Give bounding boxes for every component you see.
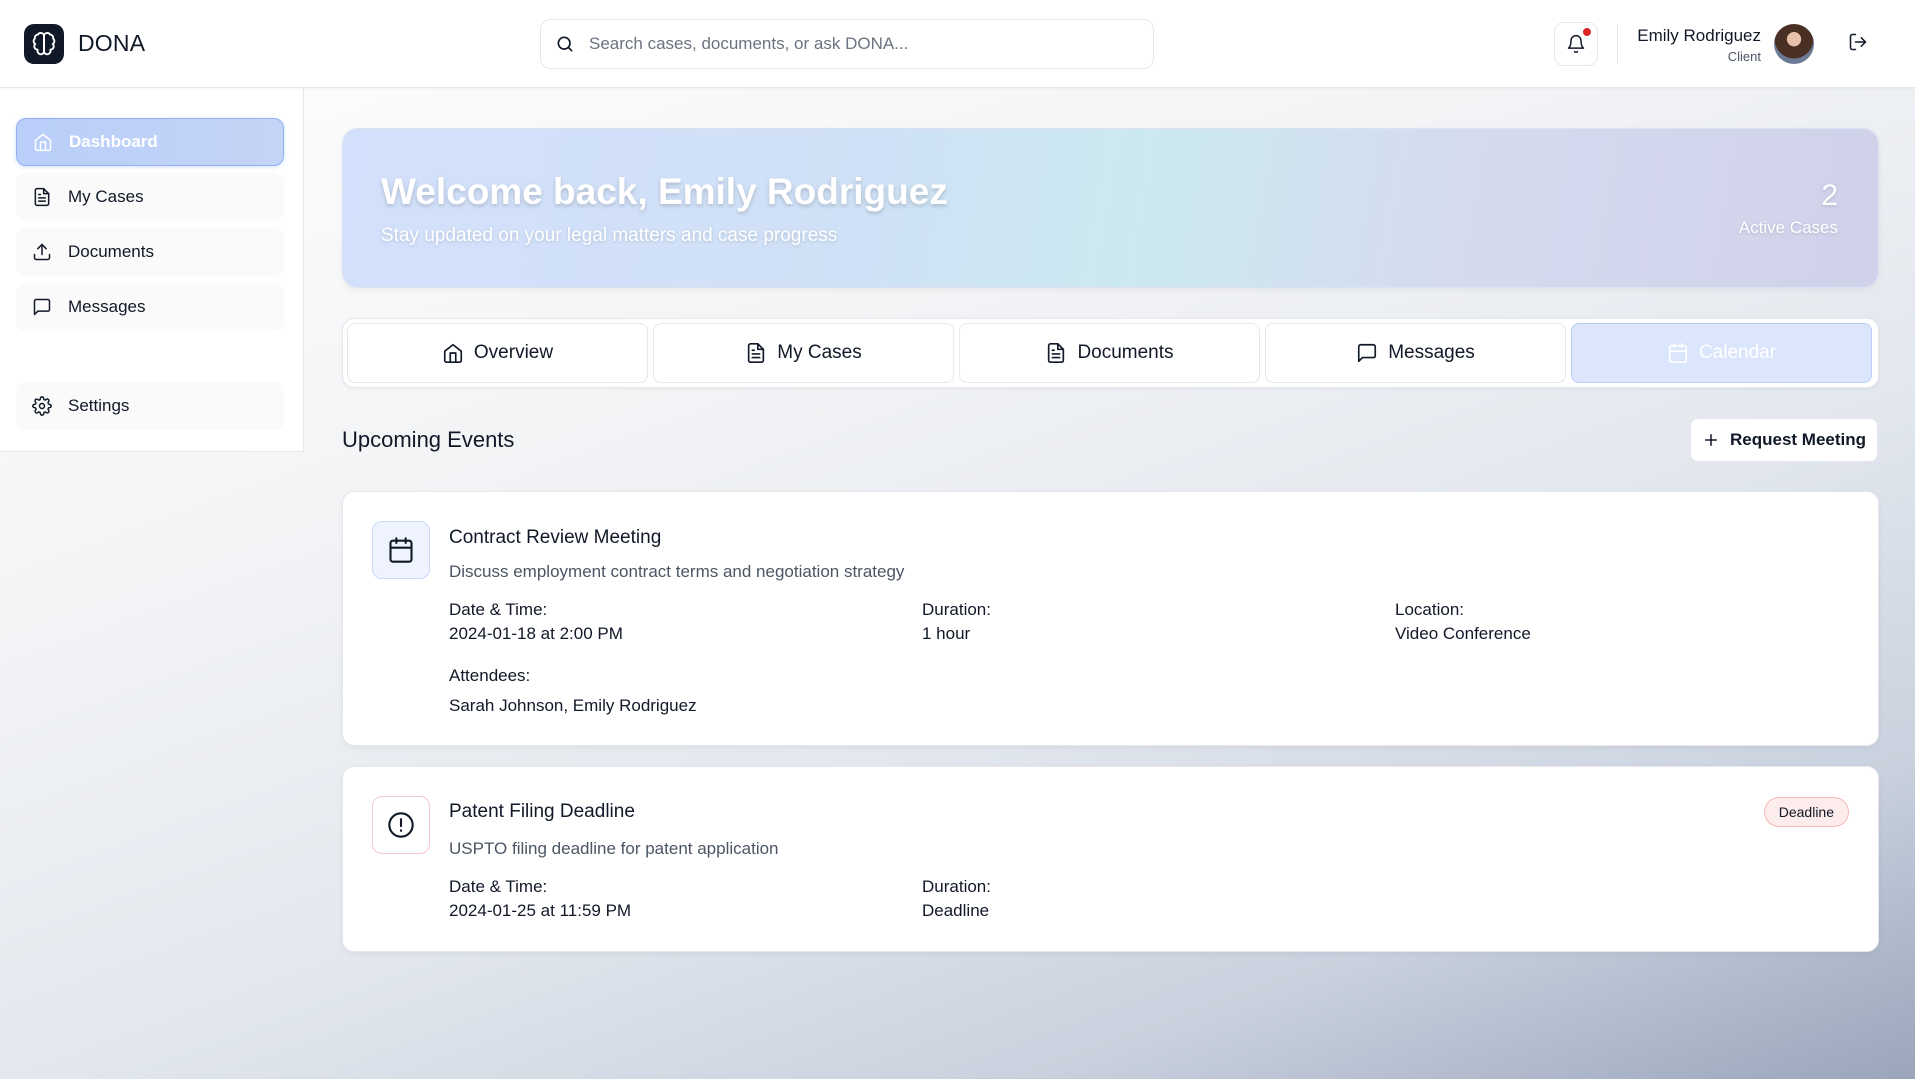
calendar-icon <box>372 521 430 579</box>
calendar-icon <box>1667 342 1689 364</box>
sidebar-item-label: Settings <box>68 396 130 415</box>
tab-documents[interactable]: Documents <box>959 323 1260 383</box>
tab-label: Calendar <box>1698 342 1777 363</box>
user-role: Client <box>1727 49 1761 64</box>
event-attendees-label: Attendees: <box>449 666 531 685</box>
logout-icon <box>1848 32 1872 52</box>
event-description: USPTO filing deadline for patent applica… <box>449 839 779 858</box>
dashboard-tabs: Overview My Cases Documents Messages Cal… <box>342 318 1879 388</box>
user-name[interactable]: Emily Rodriguez <box>1637 26 1761 46</box>
plus-icon <box>1702 431 1720 449</box>
request-meeting-label: Request Meeting <box>1729 430 1867 449</box>
event-duration-label: Duration: <box>922 600 991 619</box>
search-icon <box>555 34 575 54</box>
event-datetime: 2024-01-25 at 11:59 PM <box>449 901 632 920</box>
tab-calendar[interactable]: Calendar <box>1571 323 1872 383</box>
event-card[interactable]: Contract Review Meeting Discuss employme… <box>342 491 1879 746</box>
event-location: Video Conference <box>1395 624 1531 643</box>
sidebar-item-dashboard[interactable]: Dashboard <box>16 118 284 166</box>
event-location-label: Location: <box>1395 600 1464 619</box>
tab-label: Documents <box>1077 342 1174 363</box>
message-icon <box>1356 342 1378 364</box>
file-icon <box>1045 342 1067 364</box>
header-divider <box>1617 24 1618 64</box>
brand-name: DONA <box>78 30 146 56</box>
request-meeting-button[interactable]: Request Meeting <box>1690 418 1878 462</box>
sidebar-item-my-cases[interactable]: My Cases <box>16 173 284 221</box>
sidebar-item-label: My Cases <box>68 187 144 206</box>
sidebar-item-documents[interactable]: Documents <box>16 228 284 276</box>
tab-my-cases[interactable]: My Cases <box>653 323 954 383</box>
sidebar-item-label: Documents <box>68 242 154 261</box>
welcome-subtitle: Stay updated on your legal matters and c… <box>381 225 838 246</box>
search-input[interactable] <box>589 34 1129 54</box>
active-cases-label: Active Cases <box>1738 218 1838 237</box>
tab-messages[interactable]: Messages <box>1265 323 1566 383</box>
active-cases-count: 2 <box>1821 179 1838 212</box>
event-title: Patent Filing Deadline <box>449 801 635 822</box>
alert-circle-icon <box>372 796 430 854</box>
event-datetime-label: Date & Time: <box>449 877 548 896</box>
sidebar-item-settings[interactable]: Settings <box>16 382 284 430</box>
event-attendees: Sarah Johnson, Emily Rodriguez <box>449 696 697 715</box>
upload-icon <box>32 242 52 262</box>
event-datetime-label: Date & Time: <box>449 600 548 619</box>
section-title: Upcoming Events <box>342 427 515 452</box>
event-datetime: 2024-01-18 at 2:00 PM <box>449 624 623 643</box>
sidebar-item-messages[interactable]: Messages <box>16 283 284 331</box>
message-icon <box>32 297 52 317</box>
notification-dot <box>1582 27 1592 37</box>
sidebar: Dashboard My Cases Documents Messages Se… <box>0 88 304 452</box>
deadline-badge: Deadline <box>1763 797 1849 827</box>
event-duration: 1 hour <box>922 624 971 643</box>
tab-label: Messages <box>1388 342 1475 363</box>
avatar[interactable] <box>1774 24 1814 64</box>
file-icon <box>745 342 767 364</box>
tab-label: Overview <box>473 342 554 363</box>
tab-label: My Cases <box>777 342 862 363</box>
search-bar[interactable] <box>540 19 1154 69</box>
welcome-title: Welcome back, Emily Rodriguez <box>381 171 948 212</box>
event-title: Contract Review Meeting <box>449 527 662 548</box>
logout-button[interactable] <box>1848 32 1872 56</box>
tab-overview[interactable]: Overview <box>347 323 648 383</box>
home-icon <box>33 132 53 152</box>
sidebar-item-label: Messages <box>68 297 146 316</box>
gear-icon <box>32 396 52 416</box>
event-card[interactable]: Patent Filing Deadline Deadline USPTO fi… <box>342 766 1879 952</box>
welcome-banner: Welcome back, Emily Rodriguez Stay updat… <box>342 128 1879 288</box>
sidebar-item-label: Dashboard <box>69 132 158 151</box>
file-icon <box>32 187 52 207</box>
notifications-button[interactable] <box>1554 22 1598 66</box>
event-duration: Deadline <box>922 901 990 920</box>
brain-logo-icon[interactable] <box>24 24 64 64</box>
event-duration-label: Duration: <box>922 877 991 896</box>
home-icon <box>442 342 464 364</box>
top-header: DONA Emily Rodriguez Client <box>0 0 1915 88</box>
event-description: Discuss employment contract terms and ne… <box>449 562 905 581</box>
bell-icon <box>1566 34 1586 54</box>
